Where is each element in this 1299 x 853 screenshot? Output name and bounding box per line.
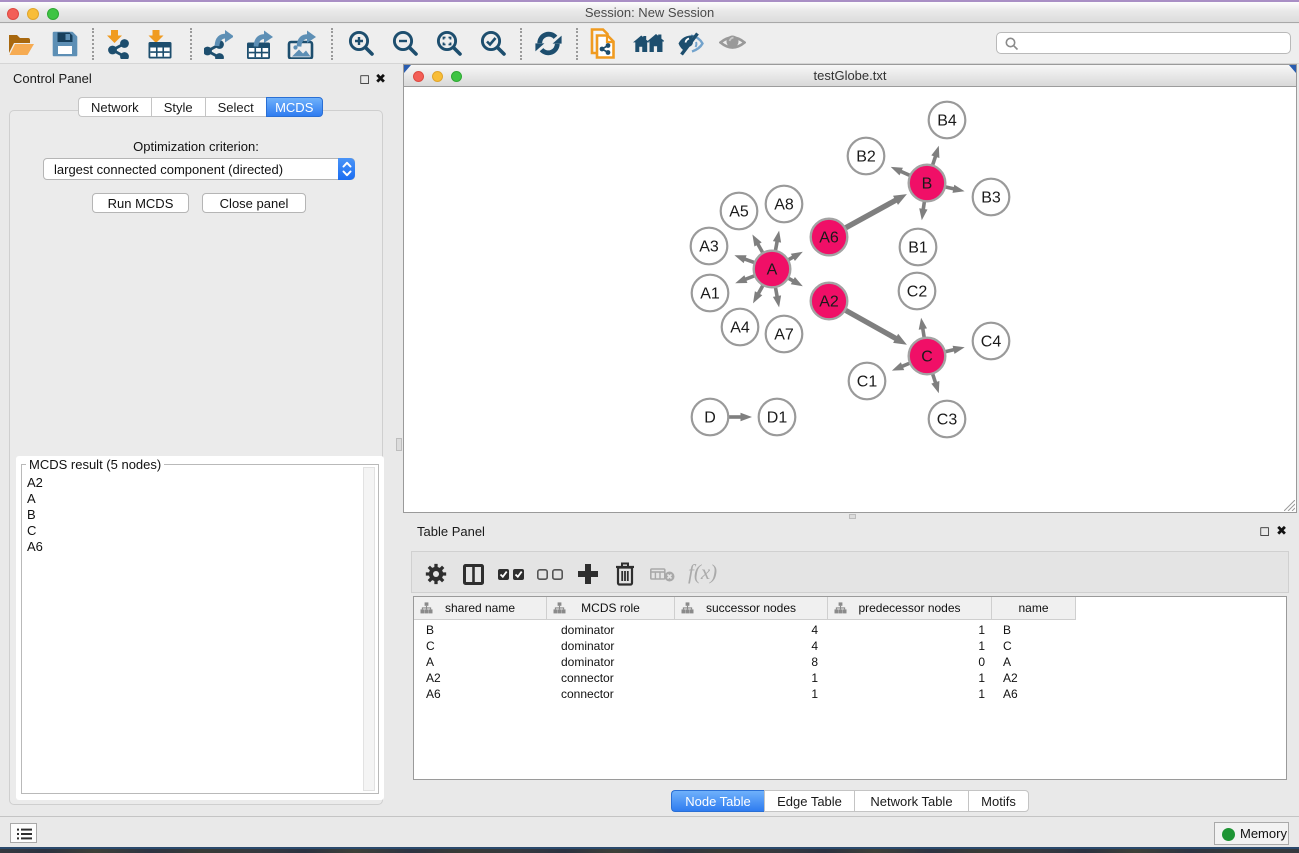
svg-text:A5: A5 (729, 204, 749, 221)
svg-text:A7: A7 (774, 327, 794, 344)
svg-text:B3: B3 (981, 190, 1001, 207)
svg-text:B: B (922, 176, 933, 193)
svg-text:C1: C1 (857, 374, 878, 391)
svg-text:A8: A8 (774, 197, 794, 214)
svg-text:B4: B4 (937, 113, 957, 130)
svg-text:A3: A3 (699, 239, 719, 256)
svg-text:A6: A6 (819, 230, 839, 247)
svg-text:B2: B2 (856, 149, 876, 166)
svg-text:C2: C2 (907, 284, 928, 301)
svg-text:D: D (704, 410, 716, 427)
svg-text:A4: A4 (730, 320, 750, 337)
svg-text:A1: A1 (700, 286, 720, 303)
svg-text:A2: A2 (819, 294, 839, 311)
svg-text:C4: C4 (981, 334, 1002, 351)
svg-text:D1: D1 (767, 410, 788, 427)
svg-text:C: C (921, 349, 933, 366)
svg-text:B1: B1 (908, 240, 928, 257)
svg-text:C3: C3 (937, 412, 958, 429)
svg-text:A: A (767, 262, 778, 279)
